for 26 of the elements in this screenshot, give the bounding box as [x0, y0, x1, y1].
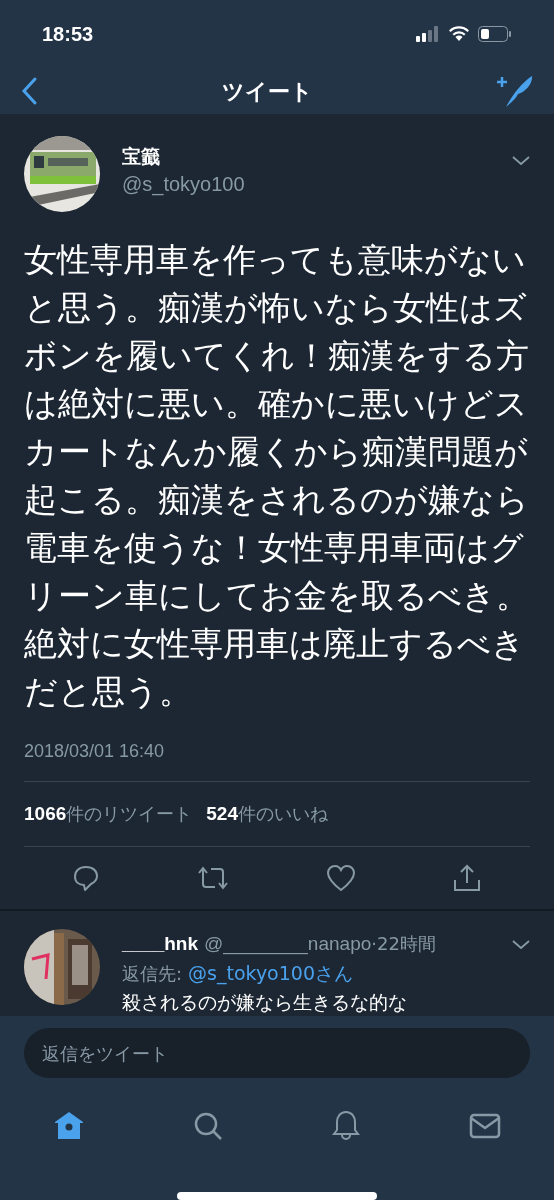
status-time: 18:53 — [42, 22, 94, 47]
share-icon[interactable] — [452, 863, 482, 893]
chevron-down-icon[interactable] — [512, 156, 530, 166]
back-icon[interactable] — [20, 76, 38, 106]
reply-to-label: 返信先: — [122, 962, 183, 986]
author-name[interactable]: 宝籖 — [122, 142, 245, 170]
wifi-icon — [448, 26, 470, 42]
like-icon[interactable] — [326, 864, 356, 892]
reply-text: 殺されるのが嫌なら生きるな的な — [122, 990, 408, 1015]
retweet-icon[interactable] — [196, 865, 230, 891]
tweet-timestamp: 2018/03/01 16:40 — [24, 740, 166, 763]
stat-link[interactable]: 1066件のリツイート — [24, 799, 193, 829]
reply-time: ·22時間 — [371, 932, 436, 954]
reply-author-handle[interactable]: @________nanapo — [204, 929, 372, 959]
reply-icon[interactable] — [72, 864, 100, 892]
reply-author-name[interactable]: ____hnk — [122, 929, 199, 959]
tweet-text: 女性専用車を作っても意味がないと思う。痴漢が怖いなら女性はズボンを履いてくれ！痴漢をする方は絶対に悪い。確かに悪いけどスカートなんか履くから痴漢問題が起こる。痴漢をされるのが嫌なら電車を使うな！女性専用車両はグリーン車にしてお金を取るべき。絶対に女性専用車は廃止するべきだと思う。 — [24, 239, 530, 713]
battery-icon — [478, 26, 512, 42]
signal-icon — [416, 26, 440, 42]
chevron-down-icon[interactable] — [512, 940, 530, 950]
page-title: ツイート — [221, 77, 313, 106]
stat-link[interactable]: 524件のいいね — [206, 799, 328, 829]
compose-icon[interactable] — [496, 74, 534, 108]
reply-input-field[interactable]: 返信をツイート — [24, 1028, 530, 1078]
author-handle[interactable]: @s_tokyo100 — [122, 170, 245, 198]
mention-link[interactable]: @s_tokyo100さん — [188, 959, 353, 987]
